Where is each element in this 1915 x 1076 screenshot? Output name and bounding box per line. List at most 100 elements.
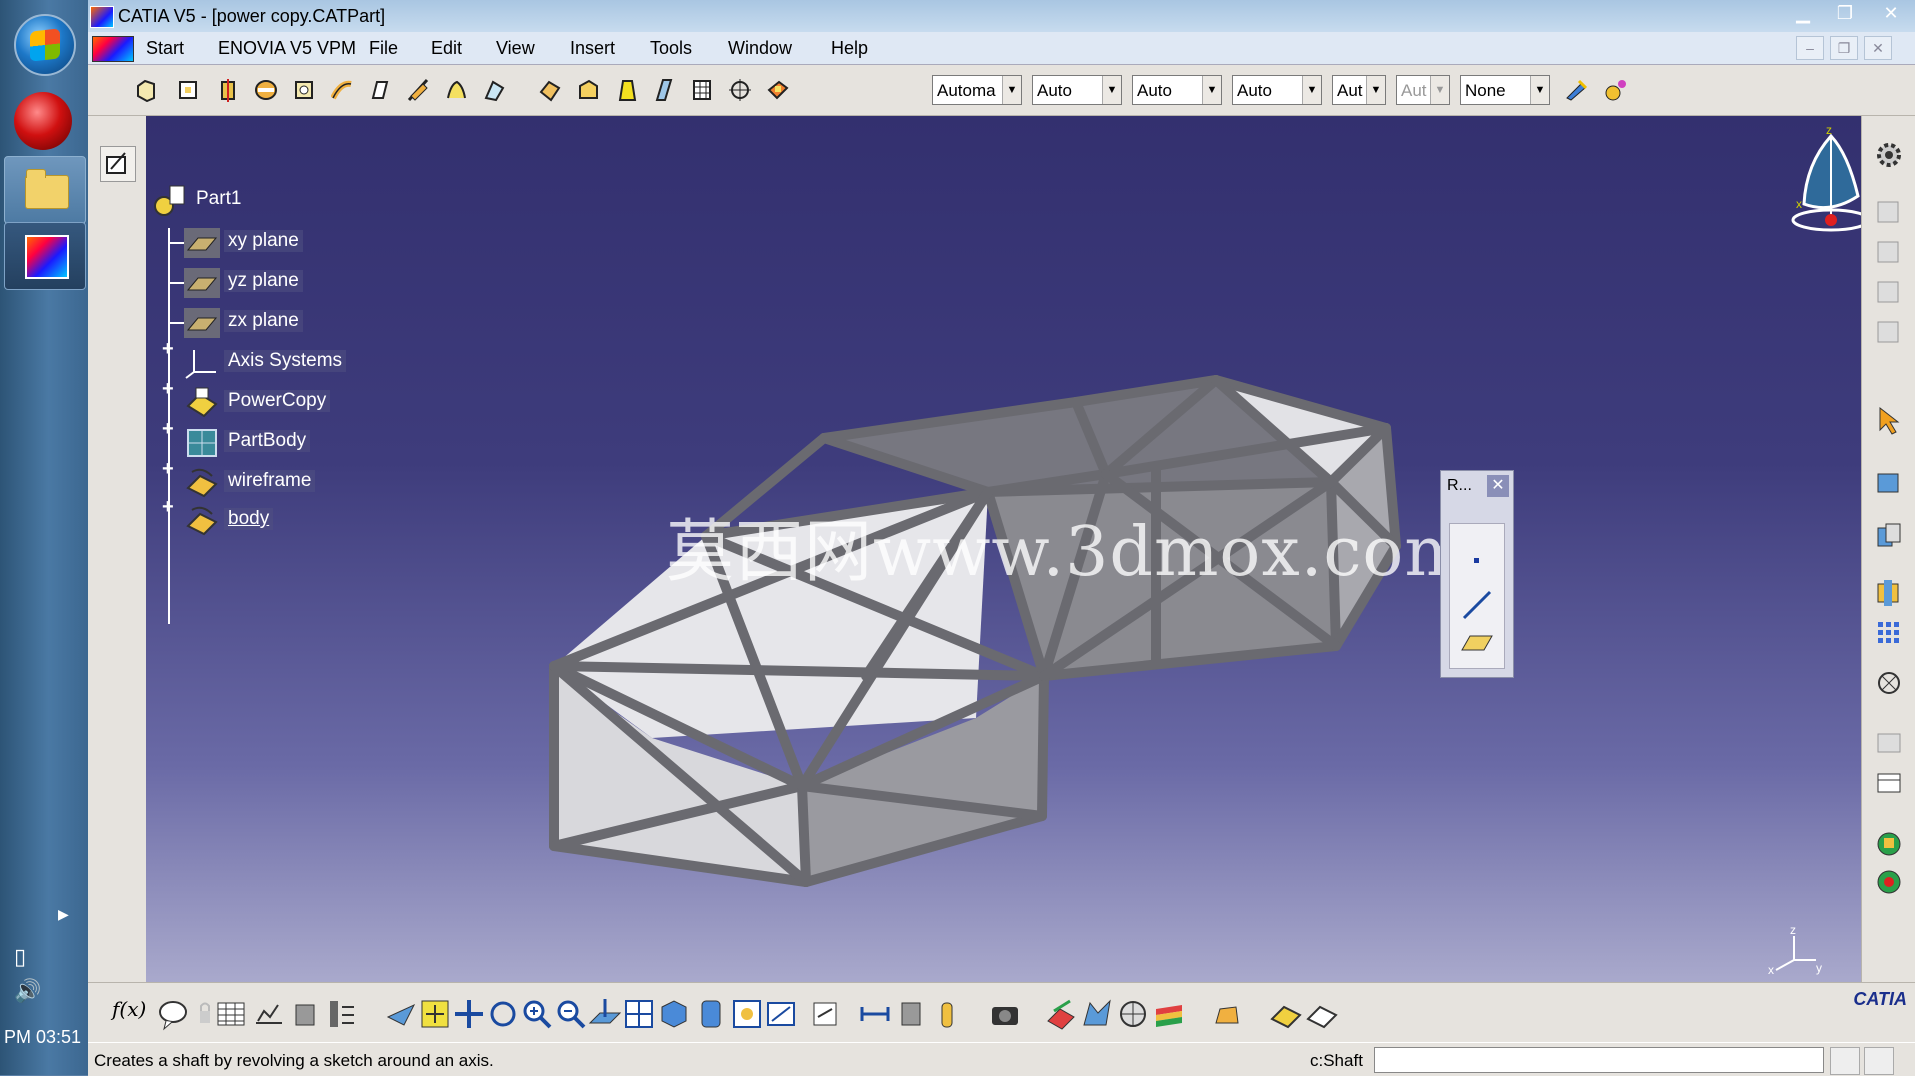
taskbar-clock[interactable]: PM 03:51 [4, 1027, 81, 1048]
create-datum-icon[interactable] [1872, 466, 1906, 500]
menu-help[interactable]: Help [831, 38, 868, 59]
hide-show-icon[interactable] [730, 997, 764, 1031]
removed-multi-section-icon[interactable] [478, 74, 510, 106]
catalog-add-icon[interactable] [1872, 276, 1906, 310]
reaction-icon[interactable] [1872, 864, 1906, 898]
expand-axis-systems-icon[interactable]: + [162, 339, 176, 359]
chevron-down-icon[interactable]: ▼ [1102, 76, 1121, 104]
taskbar-explorer-button[interactable] [4, 156, 86, 224]
chevron-down-icon[interactable]: ▼ [1366, 76, 1385, 104]
menu-edit[interactable]: Edit [431, 38, 462, 59]
title-bar[interactable]: CATIA V5 - [power copy.CATPart] ▁ ❐ ✕ [88, 0, 1915, 32]
zoom-out-icon[interactable] [554, 997, 588, 1031]
tray-expand-icon[interactable]: ▶ [58, 906, 69, 923]
red-ball-app-icon[interactable] [14, 92, 72, 150]
menu-start[interactable]: Start [146, 38, 184, 59]
windows-start-button[interactable] [14, 14, 76, 76]
boolean-icon[interactable] [1872, 520, 1906, 554]
menu-view[interactable]: View [496, 38, 535, 59]
knowledge-icon[interactable] [1872, 826, 1906, 860]
command-input[interactable] [1374, 1047, 1824, 1073]
rotate-icon[interactable] [486, 997, 520, 1031]
chamfer-icon[interactable] [572, 74, 604, 106]
thickness-icon[interactable] [686, 74, 718, 106]
apply-material-icon[interactable] [1600, 74, 1632, 106]
line-color-combo[interactable]: Automa ▼ [932, 75, 1022, 105]
pan-icon[interactable] [452, 997, 486, 1031]
publish-icon[interactable] [288, 997, 322, 1031]
measure-between-icon[interactable] [858, 997, 892, 1031]
law-icon[interactable] [252, 997, 286, 1031]
layer-combo[interactable]: Aut ▼ [1332, 75, 1386, 105]
zoom-in-icon[interactable] [520, 997, 554, 1031]
doc-restore-button[interactable]: ❐ [1830, 36, 1858, 60]
assemble-icon[interactable] [1872, 576, 1906, 610]
apply-material-bottom-icon[interactable] [1044, 997, 1078, 1031]
fly-mode-icon[interactable] [384, 997, 418, 1031]
chevron-down-icon[interactable]: ▼ [1002, 76, 1021, 104]
compass-icon[interactable]: z x y [1786, 124, 1861, 234]
slot-icon[interactable] [364, 74, 396, 106]
shaft-icon[interactable] [212, 74, 244, 106]
restore-button[interactable]: ❐ [1826, 0, 1864, 26]
menu-file[interactable]: File [369, 38, 398, 59]
chevron-down-icon[interactable]: ▼ [1530, 76, 1549, 104]
rib-icon[interactable] [326, 74, 358, 106]
menu-tools[interactable]: Tools [650, 38, 692, 59]
chevron-down-icon[interactable]: ▼ [1202, 76, 1221, 104]
floating-toolbar[interactable]: R... ✕ [1440, 470, 1514, 678]
tree-node-axis-systems[interactable]: Axis Systems [184, 346, 384, 379]
layers-icon[interactable] [1152, 997, 1186, 1031]
design-table-icon[interactable] [214, 997, 248, 1031]
multi-view-icon[interactable] [622, 997, 656, 1031]
point-icon[interactable] [1474, 558, 1479, 563]
catalog-icon[interactable] [1872, 196, 1906, 230]
tree-node-zx-plane[interactable]: zx plane [184, 306, 364, 338]
pattern-icon[interactable] [1872, 616, 1906, 650]
update-icon[interactable] [808, 997, 842, 1031]
line-icon[interactable] [1460, 588, 1494, 622]
menu-window[interactable]: Window [728, 38, 792, 59]
pad-icon[interactable] [130, 74, 162, 106]
symmetry-icon[interactable] [1872, 666, 1906, 700]
map-icon[interactable] [1080, 997, 1114, 1031]
groove-icon[interactable] [250, 74, 282, 106]
instantiate-powercopy-icon[interactable] [1268, 997, 1302, 1031]
shell-icon[interactable] [648, 74, 680, 106]
chevron-down-icon[interactable]: ▼ [1302, 76, 1321, 104]
parameters-icon[interactable] [324, 997, 358, 1031]
formula-icon[interactable]: f(x) [112, 997, 146, 1031]
select-arrow-icon[interactable] [1872, 404, 1906, 438]
camera-icon[interactable] [988, 997, 1022, 1031]
swap-space-icon[interactable] [764, 997, 798, 1031]
painter-icon[interactable] [1560, 74, 1592, 106]
status-button-1[interactable] [1830, 1047, 1860, 1075]
comment-icon[interactable] [156, 997, 190, 1031]
volume-icon[interactable]: 🔊 [14, 974, 41, 1008]
line-type-combo[interactable]: Auto ▼ [1132, 75, 1222, 105]
expand-body-icon[interactable]: + [162, 497, 176, 517]
fit-all-in-icon[interactable] [418, 997, 452, 1031]
hole-icon[interactable] [288, 74, 320, 106]
expand-wireframe-icon[interactable]: + [162, 459, 176, 479]
status-button-2[interactable] [1864, 1047, 1894, 1075]
point-type-combo[interactable]: Auto ▼ [1232, 75, 1322, 105]
power-icon[interactable]: ▯ [14, 940, 41, 974]
doc-minimize-button[interactable]: – [1796, 36, 1824, 60]
measure-inertia-icon[interactable] [930, 997, 964, 1031]
catalog-browse-icon[interactable] [1872, 236, 1906, 270]
close-button[interactable]: ✕ [1872, 0, 1910, 26]
hand-icon[interactable] [1210, 997, 1244, 1031]
catalog-save-icon[interactable] [1872, 316, 1906, 350]
3d-viewport[interactable]: Part1 xy plane yz plane zx plane + Axis … [146, 116, 1861, 982]
tree-node-powercopy[interactable]: PowerCopy [184, 386, 384, 418]
sphere-icon[interactable] [1116, 997, 1150, 1031]
tree-node-partbody[interactable]: PartBody [184, 426, 384, 457]
measure-icon[interactable] [1872, 726, 1906, 760]
tree-node-xy-plane[interactable]: xy plane [184, 226, 364, 258]
taskbar-catia-button[interactable] [4, 222, 86, 290]
doc-close-button[interactable]: ✕ [1864, 36, 1892, 60]
sketcher-icon[interactable] [100, 146, 136, 182]
tree-node-yz-plane[interactable]: yz plane [184, 266, 364, 298]
pocket-icon[interactable] [172, 74, 204, 106]
